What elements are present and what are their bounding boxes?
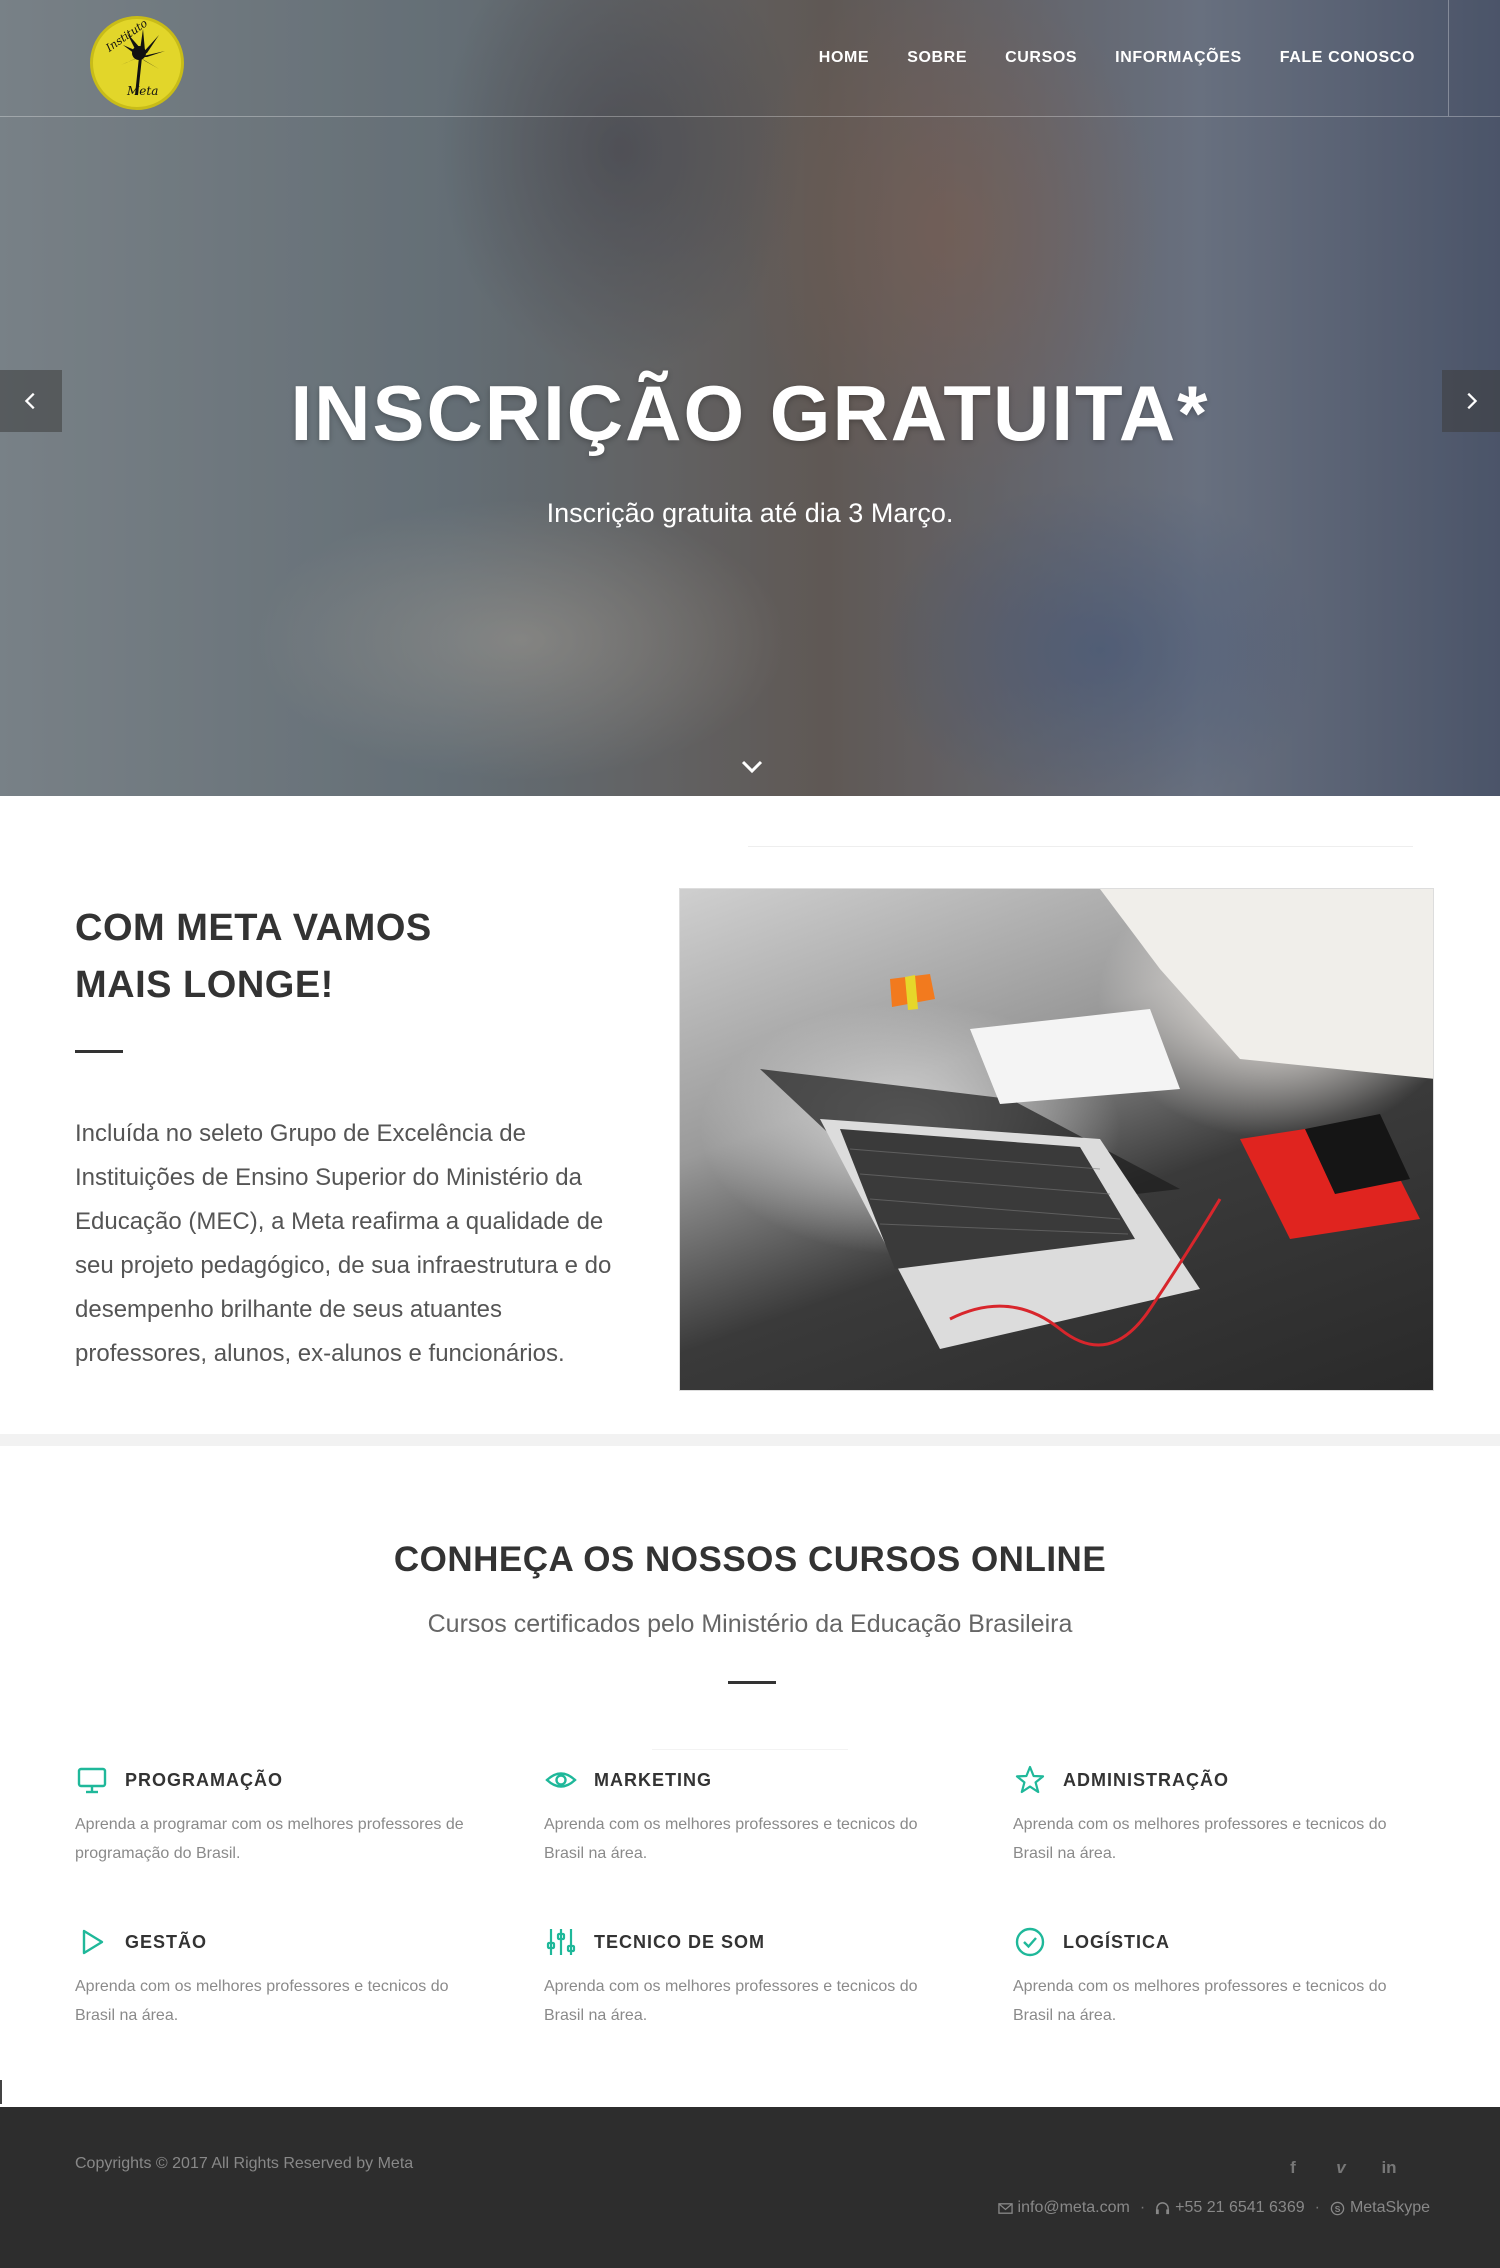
section-band bbox=[0, 1434, 1500, 1446]
phone-link[interactable]: +55 21 6541 6369 bbox=[1155, 2199, 1305, 2217]
course-administracao[interactable]: ADMINISTRAÇÃO Aprenda com os melhores pr… bbox=[1013, 1764, 1413, 1868]
course-description: Aprenda com os melhores professores e te… bbox=[1013, 1978, 1387, 2024]
course-description: Aprenda com os melhores professores e te… bbox=[1013, 1816, 1387, 1862]
logo[interactable]: Instituto Meta bbox=[90, 16, 184, 110]
skype-link[interactable]: S MetaSkype bbox=[1330, 2199, 1430, 2217]
footer bbox=[0, 2107, 1500, 2268]
separator-dot: · bbox=[1314, 2199, 1320, 2216]
course-title: MARKETING bbox=[594, 1769, 712, 1790]
course-tecnico-de-som[interactable]: TECNICO DE SOM Aprenda com os melhores p… bbox=[544, 1926, 944, 2030]
laptop-photo bbox=[679, 888, 1434, 1391]
social-links: f v in bbox=[1282, 2157, 1400, 2179]
facebook-icon[interactable]: f bbox=[1282, 2157, 1304, 2179]
about-divider bbox=[748, 846, 1413, 847]
course-marketing[interactable]: MARKETING Aprenda com os melhores profes… bbox=[544, 1764, 944, 1868]
skype-icon: S bbox=[1330, 2201, 1345, 2215]
course-title: PROGRAMAÇÃO bbox=[125, 1769, 283, 1790]
svg-text:Meta: Meta bbox=[126, 84, 158, 98]
check-circle-icon bbox=[1013, 1925, 1047, 1959]
hero-subtitle: Inscrição gratuita até dia 3 Março. bbox=[546, 498, 954, 528]
faint-divider bbox=[652, 1749, 848, 1750]
course-description: Aprenda a programar com os melhores prof… bbox=[75, 1816, 464, 1862]
main-nav: HOME SOBRE CURSOS INFORMAÇÕES FALE CONOS… bbox=[819, 0, 1500, 116]
courses-title: CONHEÇA OS NOSSOS CURSOS ONLINE bbox=[393, 1540, 1107, 1579]
about-title-line1: COM META VAMOS bbox=[75, 907, 432, 949]
course-title: GESTÃO bbox=[125, 1931, 208, 1952]
copyright-text: Copyrights © 2017 All Rights Reserved by… bbox=[75, 2155, 414, 2172]
course-description: Aprenda com os melhores professores e te… bbox=[544, 1816, 918, 1862]
nav-divider bbox=[0, 116, 1500, 117]
headset-icon bbox=[1156, 2201, 1170, 2214]
email-link[interactable]: info@meta.com bbox=[997, 2199, 1130, 2217]
eye-icon bbox=[544, 1763, 578, 1797]
hero-title: INSCRIÇÃO GRATUITA* bbox=[290, 369, 1210, 457]
svg-text:S: S bbox=[1335, 2203, 1341, 2213]
star-icon bbox=[1013, 1763, 1047, 1797]
nav-home[interactable]: HOME bbox=[819, 49, 869, 67]
course-logistica[interactable]: LOGÍSTICA Aprenda com os melhores profes… bbox=[1013, 1926, 1413, 2030]
phone-text: +55 21 6541 6369 bbox=[1175, 2199, 1305, 2216]
about-title-rule bbox=[75, 1050, 123, 1053]
course-title: LOGÍSTICA bbox=[1063, 1931, 1170, 1952]
courses-title-rule bbox=[728, 1681, 776, 1684]
laptop-illustration bbox=[760, 889, 1433, 1349]
text-cursor bbox=[0, 2080, 2, 2104]
course-description: Aprenda com os melhores professores e te… bbox=[75, 1978, 449, 2024]
nav-sobre[interactable]: SOBRE bbox=[907, 49, 967, 67]
email-text: info@meta.com bbox=[1017, 2199, 1130, 2216]
play-icon bbox=[75, 1925, 109, 1959]
course-title: ADMINISTRAÇÃO bbox=[1063, 1769, 1229, 1790]
chevron-down-icon[interactable] bbox=[738, 757, 766, 777]
course-programacao[interactable]: PROGRAMAÇÃO Aprenda a programar com os m… bbox=[75, 1764, 475, 1868]
about-title-line2: MAIS LONGE! bbox=[75, 964, 334, 1006]
monitor-icon bbox=[75, 1763, 109, 1797]
nav-informacoes[interactable]: INFORMAÇÕES bbox=[1115, 49, 1242, 67]
nav-vertical-divider bbox=[1448, 0, 1449, 116]
separator-dot: · bbox=[1139, 2199, 1146, 2216]
hero-slider: Instituto Meta HOME SOBRE CURSOS INFORMA… bbox=[0, 0, 1500, 796]
vimeo-icon[interactable]: v bbox=[1330, 2157, 1352, 2179]
courses-subtitle: Cursos certificados pelo Ministério da E… bbox=[427, 1610, 1073, 1638]
envelope-icon bbox=[997, 2202, 1013, 2214]
course-title: TECNICO DE SOM bbox=[594, 1931, 766, 1952]
footer-contacts: info@meta.com · +55 21 6541 6369 · S Met… bbox=[997, 2199, 1430, 2217]
palm-logo-icon: Instituto Meta bbox=[103, 19, 165, 98]
about-text: Incluída no seleto Grupo de Excelência d… bbox=[75, 1120, 612, 1367]
nav-fale-conosco[interactable]: FALE CONOSCO bbox=[1280, 49, 1415, 67]
sliders-icon bbox=[544, 1925, 578, 1959]
nav-cursos[interactable]: CURSOS bbox=[1005, 49, 1077, 67]
course-description: Aprenda com os melhores professores e te… bbox=[544, 1978, 918, 2024]
course-gestao[interactable]: GESTÃO Aprenda com os melhores professor… bbox=[75, 1926, 475, 2030]
linkedin-icon[interactable]: in bbox=[1378, 2157, 1400, 2179]
about-title: COM META VAMOS MAIS LONGE! bbox=[75, 900, 595, 1014]
skype-text: MetaSkype bbox=[1349, 2199, 1430, 2216]
